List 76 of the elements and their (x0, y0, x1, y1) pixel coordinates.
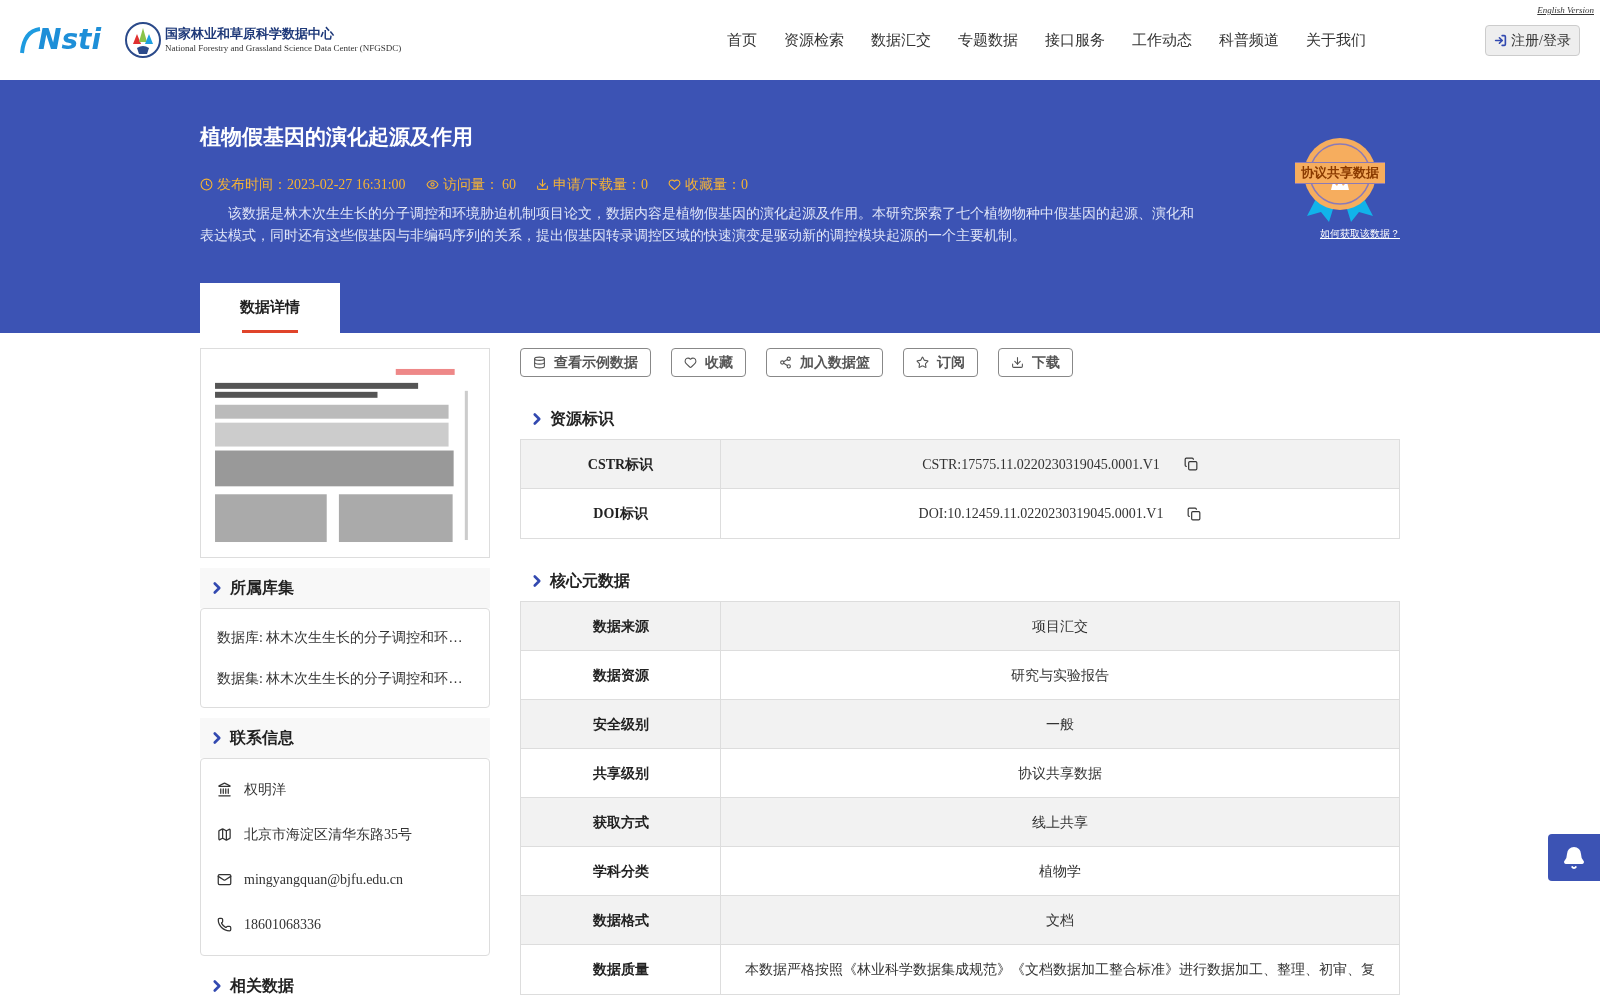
action-button[interactable]: 订阅 (903, 348, 978, 377)
nav-link[interactable]: 接口服务 (1045, 28, 1106, 52)
section-title: 联系信息 (230, 728, 294, 748)
tab[interactable]: 数据详情 (200, 282, 340, 333)
table-cell-text: DOI:10.12459.11.0220230319045.0001.V1 (918, 505, 1164, 523)
table-cell-text: CSTR:17575.11.0220230319045.0001.V1 (922, 455, 1160, 474)
tree-logo-icon (125, 22, 162, 58)
action-button[interactable]: 下载 (998, 348, 1073, 377)
map-icon (217, 827, 232, 842)
copy-icon[interactable] (1183, 457, 1198, 471)
table-cell: 学科分类 (521, 847, 721, 895)
table-cell: 数据质量 (521, 945, 721, 994)
share-icon (779, 356, 792, 369)
phone-icon (217, 917, 232, 932)
table-cell: 数据资源 (521, 651, 721, 699)
section-title: 核心元数据 (550, 571, 630, 591)
table-cell: 数据格式 (521, 896, 721, 944)
collection-link[interactable]: 数据库: 林木次生生长的分子调控和环… (217, 617, 473, 658)
meta-text: 访问量： 60 (442, 175, 517, 194)
table-cell: DOI标识 (521, 489, 721, 538)
bell-icon (1562, 845, 1586, 870)
table-cell: 共享级别 (521, 749, 721, 797)
nav-link[interactable]: 资源检索 (784, 28, 845, 52)
logo-text: Nsti (38, 26, 102, 54)
dataset-title: 植物假基因的演化起源及作用 (200, 124, 474, 151)
login-button[interactable]: 注册/登录 (1485, 24, 1580, 56)
meta-text: 申请/下载量：0 (553, 175, 648, 194)
contact-text: 权明洋 (244, 781, 286, 799)
english-version-link[interactable]: English Version (1537, 4, 1594, 18)
table-cell: 安全级别 (521, 700, 721, 748)
table-cell-text: 植物学 (1039, 862, 1081, 881)
meta-text: 收藏量：0 (685, 175, 748, 194)
section-title: 资源标识 (550, 409, 614, 429)
database-icon (533, 356, 546, 369)
copy-icon[interactable] (1187, 506, 1202, 521)
meta-text: 发布时间：2023-02-27 16:31:00 (217, 175, 406, 194)
download-icon (1011, 356, 1024, 369)
clock-icon (200, 177, 213, 191)
table-cell-text: 研究与实验报告 (1011, 666, 1109, 685)
table-cell: CSTR标识 (521, 440, 721, 488)
org-name-english: National Forestry and Grassland Science Data Center (NFGSDC) (165, 42, 402, 54)
table-cell-text: 项目汇交 (1032, 617, 1088, 636)
eye-icon (425, 177, 439, 191)
action-button[interactable]: 收藏 (671, 348, 746, 377)
table-cell-text: 本数据严格按照《林业科学数据集成规范》《文档数据加工整合标准》进行数据加工、整理、初审、复 (745, 961, 1375, 979)
contact-text: mingyangquan@bjfu.edu.cn (244, 871, 404, 889)
nav-link[interactable]: 科普频道 (1219, 28, 1280, 52)
heart-icon (684, 356, 697, 369)
table-cell-text: 协议共享数据 (1018, 764, 1102, 783)
action-button[interactable]: 查看示例数据 (520, 348, 651, 377)
nav-link[interactable]: 关于我们 (1306, 28, 1367, 52)
action-button[interactable]: 加入数据篮 (766, 348, 883, 377)
star-icon (916, 356, 929, 369)
section-title: 相关数据 (230, 976, 294, 996)
contact-text: 18601068336 (244, 916, 321, 934)
nav-link[interactable]: 数据汇交 (871, 28, 932, 52)
table-cell-text: 线上共享 (1032, 813, 1088, 832)
table-cell: 数据来源 (521, 602, 721, 650)
section-title: 所属库集 (230, 578, 294, 598)
nav-link[interactable]: 首页 (727, 28, 758, 52)
mail-icon (217, 872, 232, 887)
table-cell: 获取方式 (521, 798, 721, 846)
table-cell-text: 一般 (1046, 715, 1074, 734)
login-icon (1494, 33, 1508, 47)
download-icon (536, 177, 550, 191)
collection-link[interactable]: 数据集: 林木次生生长的分子调控和环… (217, 658, 473, 699)
bank-icon (217, 782, 232, 797)
nav-link[interactable]: 专题数据 (958, 28, 1019, 52)
table-cell-text: 文档 (1046, 911, 1074, 930)
dataset-description: 该数据是林木次生生长的分子调控和环境胁迫机制项目论文，数据内容是植物假基因的演化起源及作用。本研究探索了七个植物物种中假基因的起源、演化和表达模式，同时还有这些假基因与非编码序列的关系，提出假基因转录调控区域的快速演变是驱动新的调控模块起源的一个主要机制。 (200, 204, 1195, 245)
heart-icon (668, 177, 681, 191)
how-to-get-link[interactable]: 如何获取该数据？ (1320, 226, 1400, 241)
contact-text: 北京市海淀区清华东路35号 (244, 826, 412, 844)
org-name: 国家林业和草原科学数据中心 (165, 26, 336, 43)
nav-link[interactable]: 工作动态 (1132, 28, 1193, 52)
chat-button[interactable] (1548, 834, 1600, 881)
